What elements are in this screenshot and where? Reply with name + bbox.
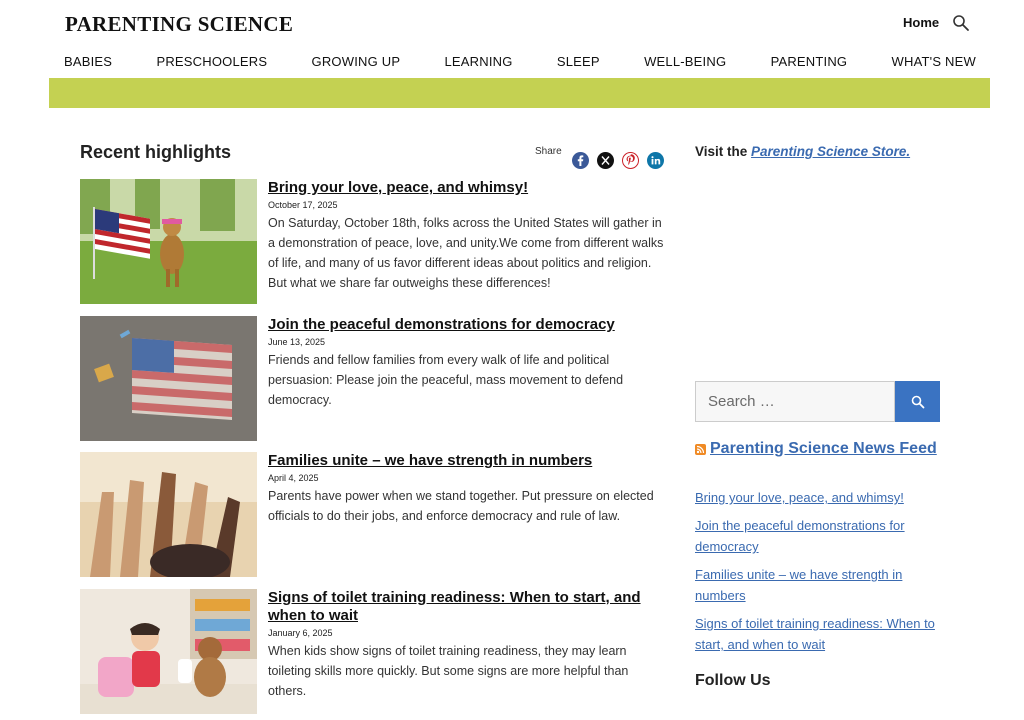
home-link[interactable]: Home	[903, 15, 939, 30]
pinterest-icon[interactable]	[622, 152, 639, 169]
search-icon	[911, 395, 924, 408]
article-thumbnail[interactable]	[80, 452, 257, 577]
nav-sleep[interactable]: SLEEP	[557, 54, 600, 69]
site-logo[interactable]: PARENTING SCIENCE	[65, 12, 293, 37]
header-banner	[49, 78, 990, 108]
search-submit-button[interactable]	[895, 381, 940, 422]
article-excerpt: When kids show signs of toilet training …	[268, 644, 629, 698]
store-prefix: Visit the	[695, 144, 752, 159]
article-title[interactable]: Join the peaceful demonstrations for dem…	[268, 316, 668, 334]
store-promo: Visit the Parenting Science Store.	[695, 144, 910, 159]
feed-item-link[interactable]: Families unite – we have strength in num…	[695, 567, 902, 603]
article-date: October 17, 2025	[268, 200, 338, 210]
article-thumbnail[interactable]	[80, 589, 257, 714]
feed-item-link[interactable]: Join the peaceful demonstrations for dem…	[695, 518, 905, 554]
article-excerpt: On Saturday, October 18th, folks across …	[268, 216, 664, 290]
nav-learning[interactable]: LEARNING	[445, 54, 513, 69]
rss-icon	[695, 443, 706, 455]
article-excerpt: Parents have power when we stand togethe…	[268, 489, 654, 523]
news-feed-list: Bring your love, peace, and whimsy! Join…	[695, 487, 945, 662]
list-item: Signs of toilet training readiness: When…	[695, 613, 945, 655]
nav-growing-up[interactable]: GROWING UP	[312, 54, 401, 69]
article-thumbnail[interactable]	[80, 316, 257, 441]
linkedin-icon[interactable]	[647, 152, 664, 169]
news-feed-link[interactable]: Parenting Science News Feed	[710, 440, 937, 458]
follow-us-heading: Follow Us	[695, 672, 771, 689]
article-excerpt: Friends and fellow families from every w…	[268, 353, 624, 407]
list-item: Join the peaceful demonstrations for dem…	[695, 515, 945, 557]
nav-well-being[interactable]: WELL-BEING	[644, 54, 726, 69]
article-date: January 6, 2025	[268, 628, 333, 638]
article-date: April 4, 2025	[268, 473, 319, 483]
article-thumbnail[interactable]	[80, 179, 257, 304]
main-nav: BABIES PRESCHOOLERS GROWING UP LEARNING …	[64, 54, 976, 69]
list-item: Families unite – we have strength in num…	[695, 564, 945, 606]
list-item: Bring your love, peace, and whimsy!	[695, 487, 945, 508]
nav-babies[interactable]: BABIES	[64, 54, 112, 69]
sidebar-search	[695, 381, 940, 422]
article-title[interactable]: Families unite – we have strength in num…	[268, 452, 668, 470]
store-link[interactable]: Parenting Science Store.	[751, 144, 910, 159]
nav-parenting[interactable]: PARENTING	[771, 54, 848, 69]
article-date: June 13, 2025	[268, 337, 326, 347]
search-input[interactable]	[695, 381, 895, 422]
article-title[interactable]: Signs of toilet training readiness: When…	[268, 589, 668, 625]
article-title[interactable]: Bring your love, peace, and whimsy!	[268, 179, 668, 197]
section-title: Recent highlights	[80, 142, 232, 162]
x-icon[interactable]	[597, 152, 614, 169]
share-icons	[572, 152, 664, 169]
news-feed-heading: Parenting Science News Feed	[695, 440, 937, 458]
facebook-icon[interactable]	[572, 152, 589, 169]
nav-preschoolers[interactable]: PRESCHOOLERS	[156, 54, 267, 69]
search-icon[interactable]	[952, 14, 970, 32]
share-label: Share	[535, 146, 562, 157]
nav-whats-new[interactable]: WHAT'S NEW	[892, 54, 976, 69]
feed-item-link[interactable]: Signs of toilet training readiness: When…	[695, 616, 935, 652]
feed-item-link[interactable]: Bring your love, peace, and whimsy!	[695, 490, 904, 505]
